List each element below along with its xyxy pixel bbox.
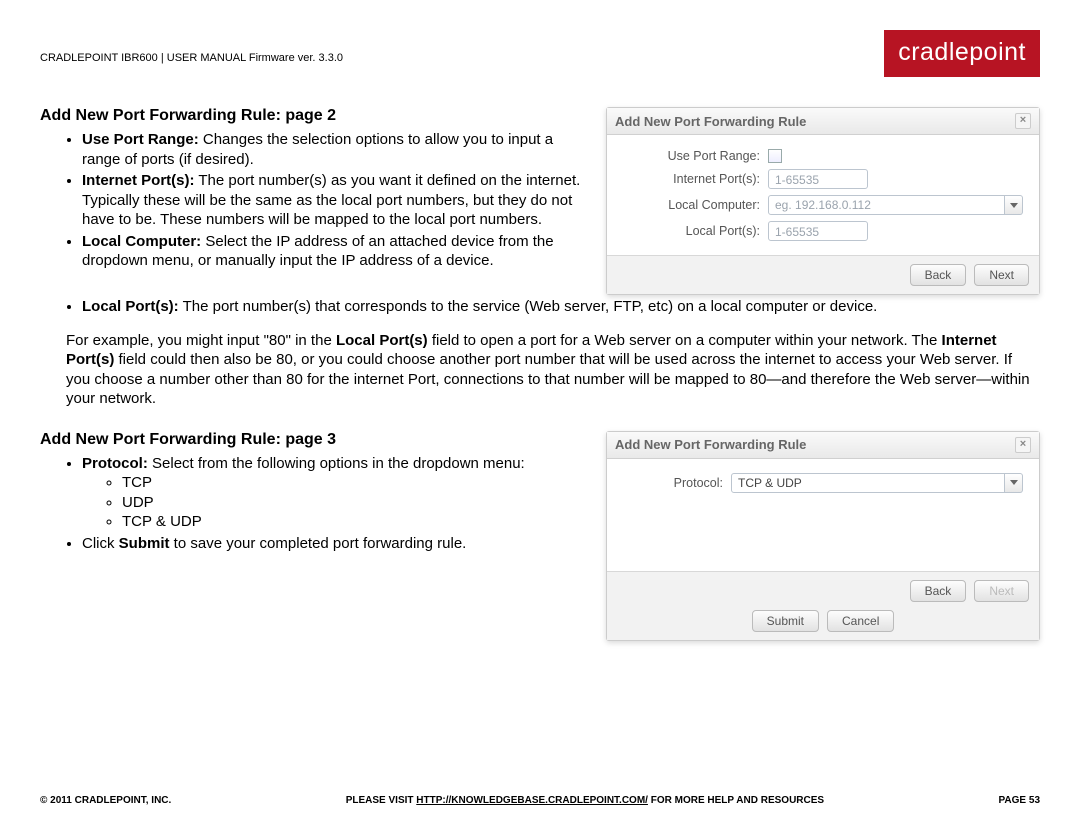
list-item: TCP <box>122 473 588 493</box>
checkbox-use-port-range[interactable] <box>768 149 782 163</box>
back-button[interactable]: Back <box>910 264 967 286</box>
list-item: UDP <box>122 493 588 513</box>
footer-help-text: PLEASE VISIT HTTP://KNOWLEDGEBASE.CRADLE… <box>346 795 824 806</box>
dialog-port-forwarding-page2: Add New Port Forwarding Rule × Use Port … <box>606 107 1040 295</box>
label-internet-ports: Internet Port(s): <box>623 172 768 186</box>
section1-heading: Add New Port Forwarding Rule: page 2 <box>40 107 588 125</box>
dialog-title-text: Add New Port Forwarding Rule <box>615 437 806 452</box>
example-paragraph: For example, you might input "80" in the… <box>66 331 1040 409</box>
section-page2: Add New Port Forwarding Rule: page 2 Use… <box>40 107 1040 295</box>
list-item: Local Port(s): The port number(s) that c… <box>82 297 1040 317</box>
dialog-title-text: Add New Port Forwarding Rule <box>615 114 806 129</box>
dialog-port-forwarding-page3: Add New Port Forwarding Rule × Protocol:… <box>606 431 1040 641</box>
chevron-down-icon <box>1010 480 1018 485</box>
list-item: TCP & UDP <box>122 512 588 532</box>
list-item: Use Port Range: Changes the selection op… <box>82 130 588 169</box>
input-internet-ports[interactable]: 1-65535 <box>768 169 868 189</box>
footer-copyright: © 2011 CRADLEPOINT, INC. <box>40 795 171 806</box>
select-protocol[interactable]: TCP & UDP <box>731 473 1005 493</box>
submit-button[interactable]: Submit <box>752 610 819 632</box>
label-use-port-range: Use Port Range: <box>623 149 768 163</box>
chevron-down-icon <box>1010 203 1018 208</box>
dropdown-local-computer[interactable] <box>1005 195 1023 215</box>
input-local-ports[interactable]: 1-65535 <box>768 221 868 241</box>
list-item: Internet Port(s): The port number(s) as … <box>82 171 588 230</box>
label-local-ports: Local Port(s): <box>623 224 768 238</box>
footer-page-number: PAGE 53 <box>999 795 1041 806</box>
doc-meta-line: CRADLEPOINT IBR600 | USER MANUAL Firmwar… <box>40 52 343 64</box>
section1-list: Use Port Range: Changes the selection op… <box>40 130 588 271</box>
dialog-titlebar: Add New Port Forwarding Rule × <box>607 108 1039 135</box>
label-local-computer: Local Computer: <box>623 198 768 212</box>
input-local-computer[interactable]: eg. 192.168.0.112 <box>768 195 1005 215</box>
close-icon[interactable]: × <box>1015 437 1031 453</box>
dialog-titlebar: Add New Port Forwarding Rule × <box>607 432 1039 459</box>
section-page3: Add New Port Forwarding Rule: page 3 Pro… <box>40 431 1040 641</box>
back-button[interactable]: Back <box>910 580 967 602</box>
page-footer: © 2011 CRADLEPOINT, INC. PLEASE VISIT HT… <box>40 795 1040 806</box>
list-item: Protocol: Select from the following opti… <box>82 454 588 532</box>
next-button[interactable]: Next <box>974 264 1029 286</box>
section2-heading: Add New Port Forwarding Rule: page 3 <box>40 431 588 449</box>
footer-link[interactable]: HTTP://KNOWLEDGEBASE.CRADLEPOINT.COM/ <box>416 795 648 806</box>
list-item: Local Computer: Select the IP address of… <box>82 232 588 271</box>
section2-list: Protocol: Select from the following opti… <box>40 454 588 554</box>
dropdown-protocol[interactable] <box>1005 473 1023 493</box>
cancel-button[interactable]: Cancel <box>827 610 894 632</box>
page-header: CRADLEPOINT IBR600 | USER MANUAL Firmwar… <box>40 30 1040 77</box>
next-button[interactable]: Next <box>974 580 1029 602</box>
close-icon[interactable]: × <box>1015 113 1031 129</box>
label-protocol: Protocol: <box>623 476 731 490</box>
cradlepoint-logo: cradlepoint <box>884 30 1040 77</box>
list-item: Click Submit to save your completed port… <box>82 534 588 554</box>
